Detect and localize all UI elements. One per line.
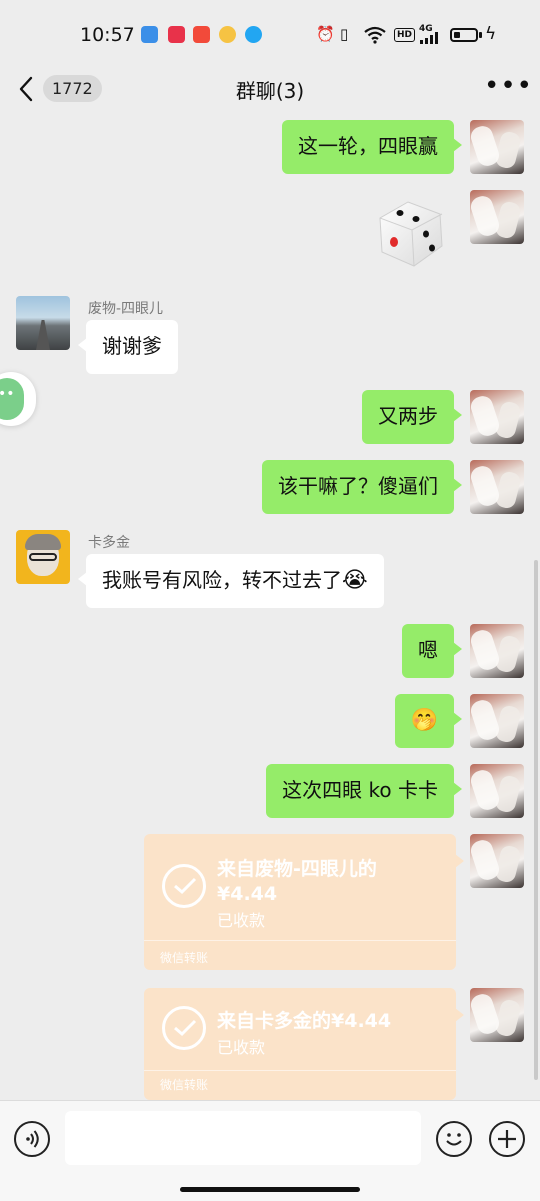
transfer-amount: ¥4.44 [217, 883, 278, 905]
sender-name: 卡多金 [88, 535, 130, 551]
battery-icon [450, 28, 478, 42]
dice-icon[interactable] [370, 192, 450, 272]
message-bubble[interactable]: 谢谢爹 [78, 320, 178, 374]
more-dots-icon[interactable]: ••• [484, 71, 533, 101]
my-avatar[interactable] [470, 694, 524, 748]
my-avatar[interactable] [470, 190, 524, 244]
bird-app-icon [141, 26, 158, 43]
message-text: 我账号有风险，转不过去了 [102, 568, 342, 592]
message-bubble[interactable]: 🤭 [394, 694, 463, 748]
message-bubble[interactable]: 该干嘛了？傻逼们 [262, 460, 462, 514]
transfer-footer: 微信转账 [160, 951, 209, 965]
member-avatar[interactable] [16, 296, 70, 350]
status-bar: 10:57 ⏰ ▯ HD 4G ϟ [0, 0, 540, 70]
check-icon [162, 864, 206, 908]
message-input[interactable] [65, 1111, 421, 1165]
my-avatar[interactable] [470, 390, 524, 444]
transfer-title: 来自废物-四眼儿的 [217, 858, 377, 880]
hd-badge: HD [394, 28, 416, 42]
message-bubble[interactable]: 我账号有风险，转不过去了😭 [78, 554, 384, 608]
voice-icon[interactable] [14, 1121, 50, 1157]
floating-chat-button[interactable]: •• [0, 372, 36, 426]
check-icon [162, 1006, 206, 1050]
scrollbar[interactable] [534, 560, 538, 1080]
my-avatar[interactable] [470, 834, 524, 888]
transfer-title: 来自卡多金的¥4.44 [217, 1010, 392, 1032]
message-bubble[interactable]: 这一轮，四眼赢 [282, 120, 462, 174]
transfer-card[interactable]: 来自废物-四眼儿的 ¥4.44 已收款 微信转账 [144, 834, 464, 970]
vibrate-icon: ▯ [340, 25, 349, 43]
signal-icon [420, 32, 438, 44]
plus-icon[interactable] [489, 1121, 525, 1157]
sender-name: 废物-四眼儿 [88, 301, 164, 317]
message-bubble[interactable]: 嗯 [402, 624, 462, 678]
my-avatar[interactable] [470, 120, 524, 174]
emoji-icon[interactable] [436, 1121, 472, 1157]
wifi-icon [364, 26, 386, 44]
video-app-icon [193, 26, 210, 43]
weibo-app-icon [219, 26, 236, 43]
my-avatar[interactable] [470, 988, 524, 1042]
transfer-status: 已收款 [217, 1038, 266, 1057]
home-indicator[interactable] [180, 1187, 360, 1192]
transfer-status: 已收款 [217, 911, 266, 930]
crying-emoji: 😭 [342, 568, 368, 593]
charging-icon: ϟ [485, 24, 497, 44]
transfer-card[interactable]: 来自卡多金的¥4.44 已收款 微信转账 [144, 988, 464, 1100]
qq-app-icon [245, 26, 262, 43]
alarm-icon: ⏰ [316, 25, 335, 43]
message-bubble[interactable]: 这次四眼 ko 卡卡 [266, 764, 462, 818]
my-avatar[interactable] [470, 764, 524, 818]
member-avatar[interactable] [16, 530, 70, 584]
my-avatar[interactable] [470, 624, 524, 678]
dots-icon: •• [0, 386, 15, 402]
chat-title: 群聊(3) [235, 79, 305, 103]
my-avatar[interactable] [470, 460, 524, 514]
giggle-emoji: 🤭 [410, 708, 438, 733]
heart-app-icon [168, 26, 185, 43]
status-time: 10:57 [80, 24, 135, 46]
message-bubble[interactable]: 又两步 [362, 390, 462, 444]
input-bar [0, 1100, 540, 1201]
transfer-footer: 微信转账 [160, 1078, 209, 1092]
